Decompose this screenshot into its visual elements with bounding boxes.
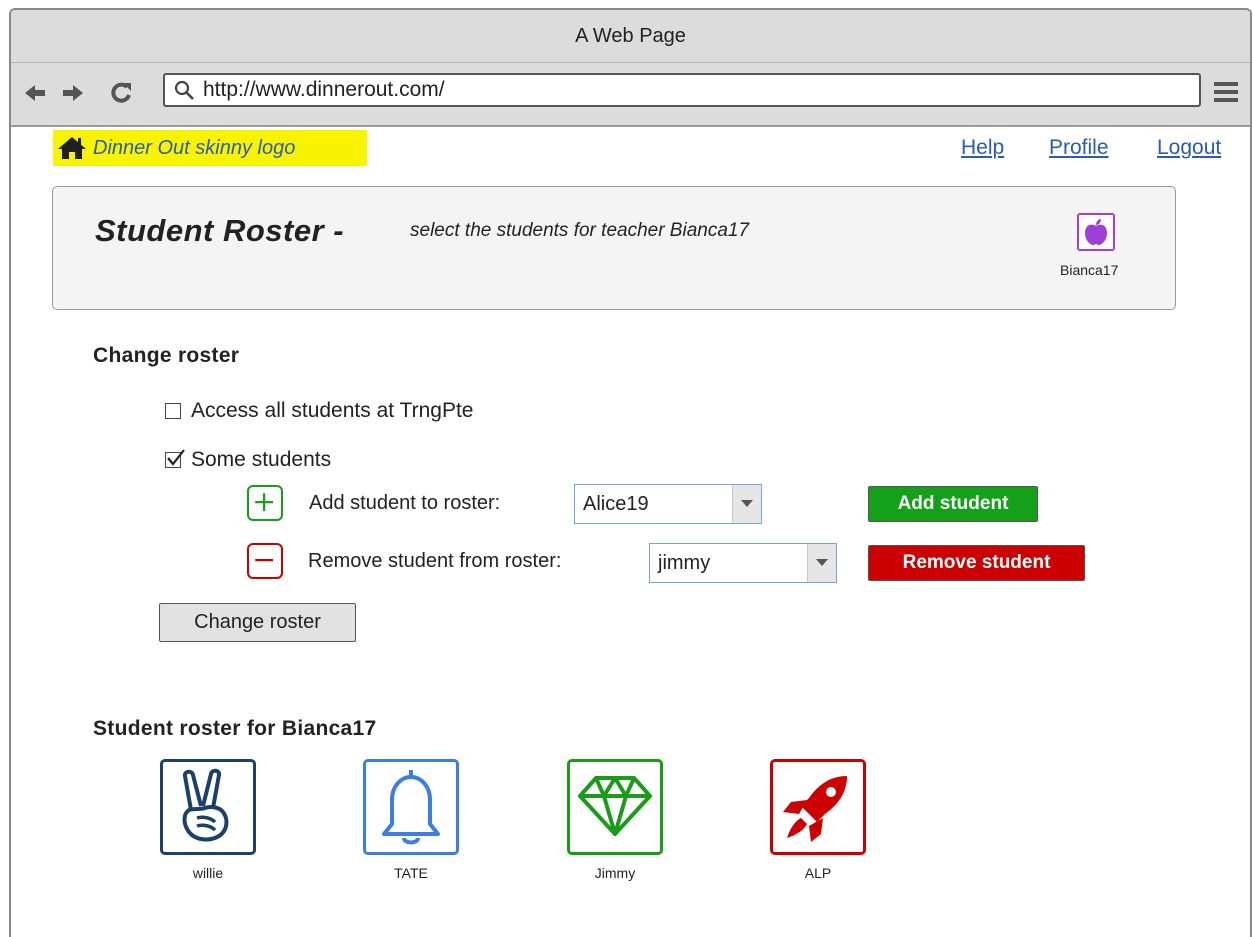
profile-link[interactable]: Profile [1049, 136, 1109, 160]
site-logo[interactable]: Dinner Out skinny logo [53, 130, 367, 166]
student-name: TATE [394, 865, 428, 881]
browser-window: A Web Page Dinner [9, 8, 1252, 937]
student-card[interactable]: ALP [770, 759, 866, 881]
arrow-left-icon[interactable] [21, 79, 49, 107]
teacher-avatar[interactable] [1077, 213, 1115, 251]
add-student-select[interactable]: Alice19 [574, 484, 762, 524]
some-students-option[interactable]: Some students [165, 448, 331, 472]
access-all-label: Access all students at TrngPte [191, 399, 474, 422]
page-title: Student Roster - [95, 213, 345, 248]
page-subtitle: select the students for teacher Bianca17 [410, 220, 750, 241]
window-title: A Web Page [575, 24, 686, 47]
peace-hand-icon [160, 759, 256, 855]
some-students-label: Some students [191, 448, 332, 471]
help-link[interactable]: Help [961, 136, 1004, 160]
remove-student-select-value: jimmy [658, 552, 711, 574]
student-card[interactable]: Jimmy [567, 759, 663, 881]
chevron-down-icon[interactable] [807, 544, 836, 582]
url-input[interactable] [203, 77, 1183, 103]
remove-student-button[interactable]: Remove student [868, 545, 1085, 581]
diamond-icon [567, 759, 663, 855]
logout-link[interactable]: Logout [1157, 136, 1221, 160]
browser-toolbar [11, 63, 1250, 127]
change-roster-button[interactable]: Change roster [159, 603, 356, 642]
bell-icon [363, 759, 459, 855]
student-name: Jimmy [594, 865, 636, 881]
chevron-down-icon[interactable] [732, 485, 761, 523]
student-roster-heading: Student roster for Bianca17 [93, 717, 377, 740]
rocket-icon [770, 759, 866, 855]
logo-text: Dinner Out skinny logo [93, 136, 296, 159]
student-card[interactable]: TATE [363, 759, 459, 881]
remove-student-select[interactable]: jimmy [649, 543, 837, 583]
page-banner: Student Roster - select the students for… [52, 186, 1176, 310]
remove-student-label: Remove student from roster: [308, 550, 562, 572]
access-all-checkbox[interactable] [165, 403, 181, 419]
student-name: ALP [804, 865, 832, 881]
plus-icon[interactable] [247, 485, 283, 521]
add-student-select-value: Alice19 [583, 493, 649, 515]
some-students-checkbox[interactable] [165, 449, 185, 468]
reload-icon[interactable] [107, 79, 135, 107]
arrow-right-icon[interactable] [59, 79, 87, 107]
student-card[interactable]: willie [160, 759, 256, 881]
add-student-button[interactable]: Add student [868, 486, 1038, 522]
change-roster-heading: Change roster [93, 344, 240, 367]
student-name: willie [192, 865, 224, 881]
apple-icon [1085, 219, 1107, 245]
access-all-option[interactable]: Access all students at TrngPte [165, 399, 473, 423]
search-icon [174, 80, 194, 100]
address-bar[interactable] [163, 73, 1201, 107]
hamburger-menu-icon[interactable] [1214, 81, 1238, 103]
window-titlebar: A Web Page [11, 10, 1250, 63]
checkmark-icon [167, 449, 185, 466]
minus-icon[interactable] [247, 543, 283, 579]
home-icon [58, 137, 86, 159]
add-student-label: Add student to roster: [309, 492, 501, 514]
teacher-avatar-name: Bianca17 [1060, 262, 1119, 278]
